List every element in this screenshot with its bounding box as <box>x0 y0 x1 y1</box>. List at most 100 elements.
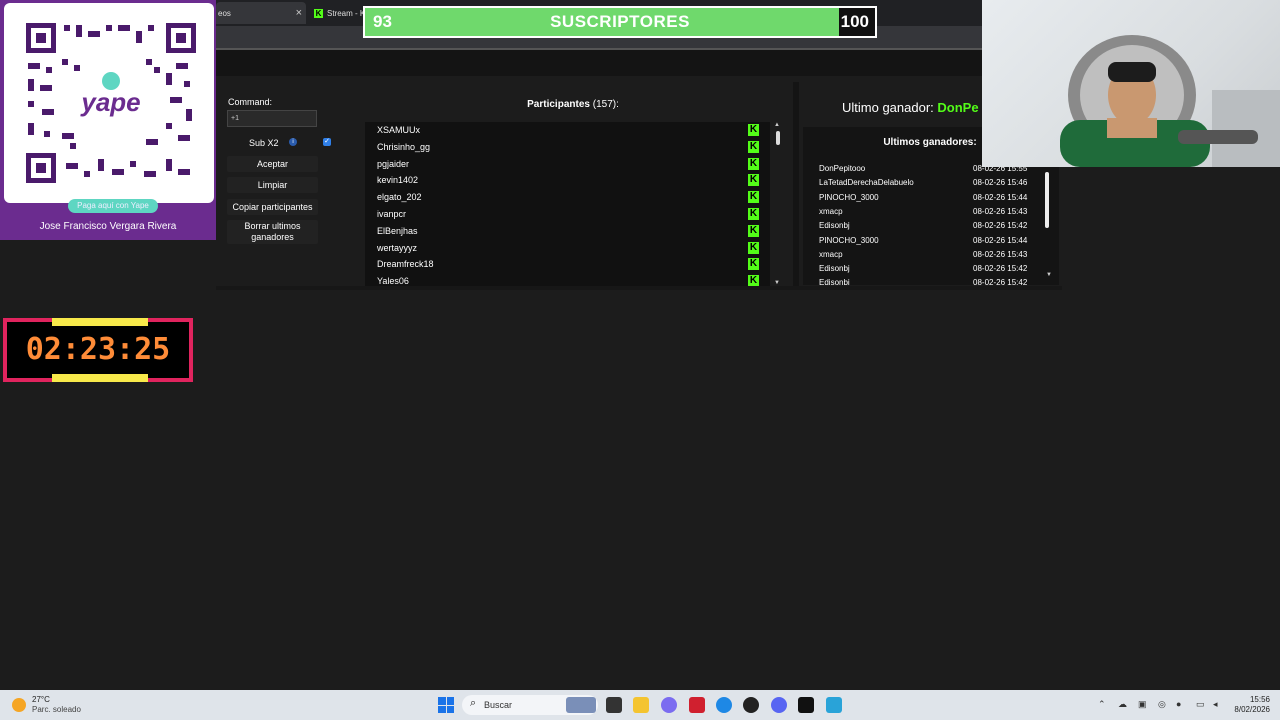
task-view-icon[interactable] <box>606 697 622 713</box>
kick-logo-icon: K <box>748 157 759 170</box>
accept-button[interactable]: Aceptar <box>227 156 318 172</box>
timer-value: 02:23:25 <box>25 332 171 367</box>
winner-row: Edisonbj 08-02-26 15:42 <box>803 278 1043 285</box>
participants-list: XSAMUUx K Chrisinho_gg Kpgjaider Kkevin1402 K… <box>365 122 770 286</box>
winner-name: DonPepitooo <box>819 164 866 173</box>
participant-row: Yales06 K <box>365 273 770 286</box>
winner-row: xmacp 08-02-26 15:43 <box>803 250 1043 264</box>
notepad-icon[interactable] <box>826 697 842 713</box>
kick-logo-icon: K <box>748 174 759 187</box>
participant-name: ElBenjhas <box>377 225 418 236</box>
winner-date: 08-02-26 15:42 <box>973 221 1028 231</box>
participant-row: elgato_202 K <box>365 189 770 206</box>
participant-row: Dreamfreck18 K <box>365 256 770 273</box>
timer-accent-bottom <box>52 374 148 382</box>
copilot-icon[interactable] <box>661 697 677 713</box>
weather-sun-icon[interactable] <box>12 698 26 712</box>
winner-row: PINOCHO_3000 08-02-26 15:44 <box>803 236 1043 250</box>
yape-pay-button[interactable]: Paga aquí con Yape <box>68 199 158 213</box>
browser-tab-1[interactable]: eos × <box>216 2 306 24</box>
discord-icon[interactable] <box>771 697 787 713</box>
svg-text:yape: yape <box>79 87 140 117</box>
last-winner-heading: Ultimo ganador: DonPe <box>842 100 979 115</box>
participant-row: kevin1402 K <box>365 172 770 189</box>
subscriber-label: SUSCRIPTORES <box>550 12 690 31</box>
delete-winners-button[interactable]: Borrar ultimos ganadores <box>227 220 318 244</box>
timer-accent-top <box>52 318 148 326</box>
kick-logo-icon: K <box>748 241 759 254</box>
winner-name: PINOCHO_3000 <box>819 192 879 202</box>
last-winner-name: DonPe <box>937 100 979 115</box>
winner-name: Edisonbj <box>819 278 850 285</box>
copy-participants-button[interactable]: Copiar participantes <box>227 199 318 215</box>
tray-app-icon[interactable]: ▣ <box>1138 699 1147 710</box>
winner-date: 08-02-26 15:43 <box>973 249 1028 259</box>
volume-icon[interactable]: ◂ <box>1213 699 1218 710</box>
winners-scroll-thumb[interactable] <box>1045 172 1049 228</box>
winner-date: 08-02-26 15:44 <box>973 235 1028 245</box>
clock-date[interactable]: 8/02/2026 <box>1234 705 1270 714</box>
subscriber-goal-track: 93 SUSCRIPTORES 100 <box>365 8 875 36</box>
game-thumbnail-icon[interactable] <box>566 697 596 713</box>
participant-name: Yales06 <box>377 276 409 286</box>
subscriber-goal-bar: 93 SUSCRIPTORES 100 <box>363 6 877 38</box>
close-icon[interactable]: × <box>296 7 302 19</box>
winner-date: 08-02-26 15:42 <box>973 264 1028 274</box>
cloud-icon[interactable]: ☁ <box>1118 699 1127 710</box>
participant-name: Chrisinho_gg <box>377 141 431 152</box>
participant-name: kevin1402 <box>377 175 419 186</box>
winner-date: 08-02-26 15:43 <box>973 206 1028 216</box>
scroll-thumb[interactable] <box>776 131 780 145</box>
kick-logo-icon: K <box>314 8 323 18</box>
browser-tab-1-label: eos <box>218 8 231 18</box>
winner-date: 08-02-26 15:44 <box>973 192 1028 202</box>
account-owner-name: Jose Francisco Vergara Rivera <box>39 221 177 232</box>
clear-button[interactable]: Limpiar <box>227 177 318 193</box>
winner-row: Edisonbj 08-02-26 15:42 <box>803 221 1043 235</box>
participant-row: Chrisinho_gg K <box>365 139 770 156</box>
microphone-icon[interactable]: ● <box>1176 699 1181 709</box>
file-explorer-icon[interactable] <box>633 697 649 713</box>
app-header-band <box>216 50 982 76</box>
info-icon[interactable]: i <box>289 138 297 146</box>
winner-name: xmacp <box>819 206 843 216</box>
chevron-up-icon[interactable]: ⌃ <box>1098 699 1106 710</box>
webcam-person-image <box>1060 35 1280 167</box>
weather-temp[interactable]: 27°C <box>32 695 50 704</box>
browser-tab-2[interactable]: K Stream - Ki <box>310 2 370 24</box>
display-icon[interactable]: ▭ <box>1196 699 1205 710</box>
kick-logo-icon: K <box>748 140 759 153</box>
participant-row: ElBenjhas K <box>365 223 770 240</box>
search-label: Buscar <box>484 700 513 710</box>
weather-desc[interactable]: Parc. soleado <box>32 705 81 714</box>
participant-row: wertayyyz K <box>365 240 770 257</box>
wps-icon[interactable] <box>689 697 705 713</box>
winner-row: PINOCHO_3000 08-02-26 15:44 <box>803 193 1043 207</box>
winner-name: xmacp <box>819 249 843 259</box>
windows-start-icon[interactable] <box>438 697 454 713</box>
command-input[interactable] <box>227 110 317 127</box>
capcut-icon[interactable] <box>798 697 814 713</box>
countdown-timer: 02:23:25 <box>3 318 193 382</box>
edge-browser-icon[interactable] <box>716 697 732 713</box>
tray-app2-icon[interactable]: ◎ <box>1158 699 1166 710</box>
participants-scrollbar[interactable]: ▲ ▼ <box>774 122 782 286</box>
participants-count: (157): <box>592 99 619 110</box>
winner-name: PINOCHO_3000 <box>819 235 879 245</box>
subscriber-goal: 100 <box>840 12 869 31</box>
kick-logo-icon: K <box>748 124 759 136</box>
subx2-checkbox[interactable]: ✓ <box>323 138 331 146</box>
qr-card: yape Paga aquí con Yape <box>4 3 214 213</box>
scroll-down-icon[interactable]: ▼ <box>1046 272 1052 278</box>
winner-date: 08-02-26 15:46 <box>973 178 1028 188</box>
winner-name: LaTetadDerechaDelabuelo <box>819 178 914 188</box>
participant-name: pgjaider <box>377 158 410 169</box>
participant-name: wertayyyz <box>377 242 418 253</box>
kick-logo-icon: K <box>748 258 759 271</box>
chrome-browser-icon[interactable] <box>743 697 759 713</box>
clock-time[interactable]: 15:56 <box>1250 695 1270 704</box>
scroll-up-icon[interactable]: ▲ <box>774 122 780 128</box>
winner-name: Edisonbj <box>819 221 850 231</box>
qr-code-icon: yape <box>26 23 196 183</box>
winner-name: Edisonbj <box>819 264 850 274</box>
